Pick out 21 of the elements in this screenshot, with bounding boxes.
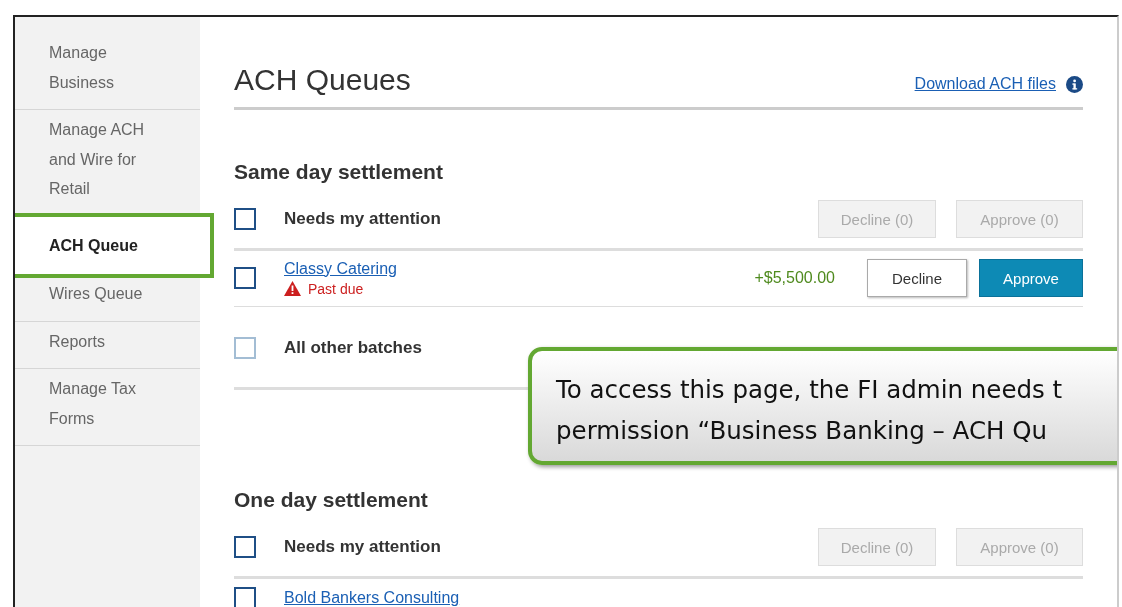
- past-due-status: Past due: [308, 280, 364, 297]
- info-icon[interactable]: [1066, 75, 1083, 93]
- page-title: ACH Queues: [234, 63, 411, 97]
- group-label: Needs my attention: [284, 537, 441, 557]
- callout-text: To access this page, the FI admin needs t: [556, 374, 1064, 406]
- section-title: Same day settlement: [234, 160, 444, 184]
- batch-link[interactable]: Classy Catering: [284, 259, 397, 277]
- section-title: One day settlement: [234, 488, 429, 512]
- decline-button[interactable]: Decline: [867, 259, 967, 297]
- checkbox[interactable]: [234, 267, 256, 289]
- checkbox[interactable]: [234, 208, 256, 230]
- download-link[interactable]: Download ACH files: [914, 75, 1056, 93]
- checkbox[interactable]: [234, 587, 256, 607]
- checkbox[interactable]: [234, 536, 256, 558]
- warning-icon: [284, 281, 301, 296]
- callout-text: permission “Business Banking – ACH Qu: [556, 415, 1049, 447]
- batch-link[interactable]: Bold Bankers Consulting: [284, 589, 460, 606]
- approve-button[interactable]: Approve: [979, 259, 1083, 297]
- amount: +$5,500.00: [754, 269, 835, 287]
- group-label: Needs my attention: [284, 209, 441, 229]
- group-label: All other batches: [284, 338, 422, 358]
